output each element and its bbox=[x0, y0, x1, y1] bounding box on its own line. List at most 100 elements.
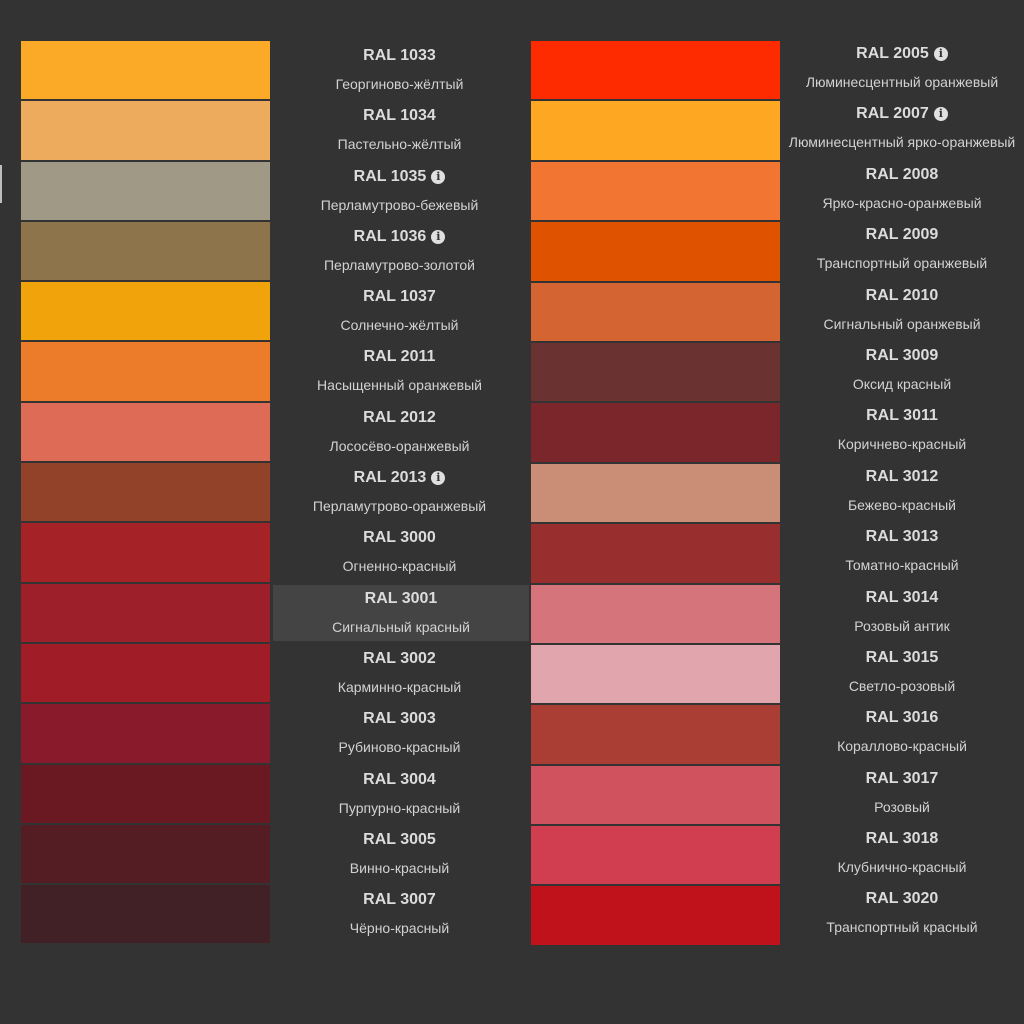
color-info: RAL 2005 i Люминесцентный оранжевый bbox=[780, 40, 1024, 100]
color-swatch[interactable] bbox=[531, 463, 780, 523]
color-row[interactable]: RAL 3003 Рубиново-красный bbox=[21, 703, 529, 763]
color-code-text: RAL 2012 bbox=[363, 408, 436, 426]
color-swatch[interactable] bbox=[531, 41, 780, 100]
color-code: RAL 3011 bbox=[866, 406, 938, 426]
color-swatch[interactable] bbox=[531, 584, 780, 643]
color-code-text: RAL 1034 bbox=[363, 107, 436, 125]
color-swatch[interactable] bbox=[21, 463, 270, 522]
color-row[interactable]: RAL 2005 i Люминесцентный оранжевый bbox=[531, 40, 1024, 100]
color-row[interactable]: RAL 3004 Пурпурно-красный bbox=[21, 764, 529, 824]
color-swatch[interactable] bbox=[531, 705, 780, 764]
color-row[interactable]: RAL 3018 Клубнично-красный bbox=[531, 825, 1024, 885]
color-swatch[interactable] bbox=[21, 221, 270, 281]
color-swatch[interactable] bbox=[531, 826, 780, 885]
color-row[interactable]: RAL 3000 Огненно-красный bbox=[21, 522, 529, 582]
color-info: RAL 3005 Винно-красный bbox=[270, 824, 529, 884]
color-name: Томатно-красный bbox=[845, 557, 959, 574]
color-row[interactable]: RAL 1033 Георгиново-жёлтый bbox=[21, 40, 529, 100]
color-code: RAL 3004 bbox=[363, 770, 436, 790]
color-swatch[interactable] bbox=[21, 704, 270, 763]
color-row[interactable]: RAL 3020 Транспортный красный bbox=[531, 885, 1024, 945]
color-info: RAL 1037 Солнечно-жёлтый bbox=[270, 281, 529, 341]
color-row[interactable]: RAL 2007 i Люминесцентный ярко-оранжевый bbox=[531, 100, 1024, 160]
color-code-text: RAL 2011 bbox=[363, 348, 436, 366]
color-code: RAL 3005 bbox=[363, 830, 436, 850]
color-swatch[interactable] bbox=[21, 764, 270, 823]
color-name: Рубиново-красный bbox=[338, 739, 461, 756]
color-name: Перламутрово-золотой bbox=[323, 256, 475, 273]
color-swatch[interactable] bbox=[21, 101, 270, 160]
color-row[interactable]: RAL 1036 i Перламутрово-золотой bbox=[21, 221, 529, 281]
color-name: Солнечно-жёлтый bbox=[340, 317, 459, 334]
color-name: Георгиново-жёлтый bbox=[335, 76, 464, 92]
color-code: RAL 2013 i bbox=[354, 468, 446, 488]
color-swatch[interactable] bbox=[21, 885, 270, 944]
color-row[interactable]: RAL 2013 i Перламутрово-оранжевый bbox=[21, 462, 529, 522]
color-swatch[interactable] bbox=[531, 342, 780, 402]
color-info: RAL 3018 Клубнично-красный bbox=[780, 825, 1024, 885]
info-icon[interactable]: i bbox=[431, 471, 446, 486]
color-swatch[interactable] bbox=[531, 403, 780, 462]
color-swatch[interactable] bbox=[21, 282, 270, 341]
color-row[interactable]: RAL 3016 Кораллово-красный bbox=[531, 704, 1024, 764]
color-row[interactable]: RAL 2008 Ярко-красно-оранжевый bbox=[531, 161, 1024, 221]
color-info: RAL 3009 Оксид красный bbox=[780, 342, 1024, 402]
color-info: RAL 3011 Коричнево-красный bbox=[780, 402, 1024, 462]
color-row[interactable]: RAL 3011 Коричнево-красный bbox=[531, 402, 1024, 462]
color-row[interactable]: RAL 3017 Розовый bbox=[531, 765, 1024, 825]
color-row[interactable]: RAL 1037 Солнечно-жёлтый bbox=[21, 281, 529, 341]
info-icon[interactable]: i bbox=[933, 47, 948, 61]
color-swatch[interactable] bbox=[21, 523, 270, 582]
color-info: RAL 3016 Кораллово-красный bbox=[780, 704, 1024, 764]
color-swatch[interactable] bbox=[531, 161, 780, 221]
color-swatch[interactable] bbox=[531, 222, 780, 281]
color-info: RAL 3017 Розовый bbox=[780, 765, 1024, 825]
color-row[interactable]: RAL 3014 Розовый антик bbox=[531, 584, 1024, 644]
color-row[interactable]: RAL 2011 Насыщенный оранжевый bbox=[21, 341, 529, 401]
color-swatch[interactable] bbox=[21, 643, 270, 703]
color-info: RAL 2013 i Перламутрово-оранжевый bbox=[270, 462, 529, 522]
color-code-text: RAL 1036 bbox=[353, 227, 427, 245]
color-code: RAL 3014 bbox=[866, 588, 939, 608]
color-swatch[interactable] bbox=[531, 101, 780, 160]
color-swatch[interactable] bbox=[531, 282, 780, 341]
color-row[interactable]: RAL 3013 Томатно-красный bbox=[531, 523, 1024, 583]
color-code-text: RAL 2008 bbox=[865, 165, 939, 183]
color-row[interactable]: RAL 3007 Чёрно-красный bbox=[21, 884, 529, 944]
color-swatch[interactable] bbox=[531, 886, 780, 945]
color-swatch[interactable] bbox=[531, 644, 780, 704]
info-icon[interactable]: i bbox=[431, 169, 446, 184]
color-swatch[interactable] bbox=[21, 402, 270, 462]
info-icon[interactable]: i bbox=[431, 229, 446, 244]
color-name: Перламутрово-бежевый bbox=[320, 196, 479, 213]
color-code-text: RAL 3018 bbox=[865, 830, 939, 848]
color-code-text: RAL 3000 bbox=[363, 529, 436, 547]
color-swatch[interactable] bbox=[21, 824, 270, 884]
color-row[interactable]: RAL 3009 Оксид красный bbox=[531, 342, 1024, 402]
color-row[interactable]: RAL 3005 Винно-красный bbox=[21, 824, 529, 884]
color-row[interactable]: RAL 1034 Пастельно-жёлтый bbox=[21, 100, 529, 160]
color-row[interactable]: RAL 2009 Транспортный оранжевый bbox=[531, 221, 1024, 281]
color-swatch[interactable] bbox=[21, 161, 270, 220]
color-row[interactable]: RAL 3015 Светло-розовый bbox=[531, 644, 1024, 704]
color-swatch[interactable] bbox=[531, 765, 780, 825]
color-swatch[interactable] bbox=[531, 524, 780, 583]
info-icon[interactable]: i bbox=[933, 107, 948, 122]
color-row[interactable]: RAL 2010 Сигнальный оранжевый bbox=[531, 282, 1024, 342]
color-info: RAL 2011 Насыщенный оранжевый bbox=[270, 341, 529, 401]
color-swatch[interactable] bbox=[21, 342, 270, 401]
color-swatch[interactable] bbox=[21, 583, 270, 642]
color-name: Светло-розовый bbox=[848, 677, 956, 694]
color-info: RAL 2009 Транспортный оранжевый bbox=[780, 221, 1024, 281]
color-code: RAL 1035 i bbox=[354, 167, 446, 187]
color-row[interactable]: RAL 3012 Бежево-красный bbox=[531, 463, 1024, 523]
color-row[interactable]: RAL 2012 Лососёво-оранжевый bbox=[21, 402, 529, 462]
scroll-edge-tab[interactable] bbox=[0, 165, 2, 203]
color-swatch[interactable] bbox=[21, 41, 270, 100]
color-row[interactable]: RAL 3001 Сигнальный красный bbox=[21, 583, 529, 643]
color-name: Насыщенный оранжевый bbox=[317, 377, 482, 394]
color-code: RAL 2011 bbox=[364, 347, 436, 367]
color-row[interactable]: RAL 1035 i Перламутрово-бежевый bbox=[21, 161, 529, 221]
color-row[interactable]: RAL 3002 Карминно-красный bbox=[21, 643, 529, 703]
left-color-column: RAL 1033 Георгиново-жёлтый RAL 1034 Пастель… bbox=[21, 40, 529, 944]
